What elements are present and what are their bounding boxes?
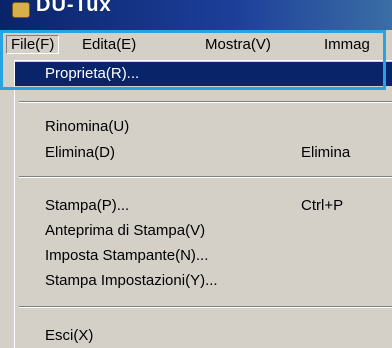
menu-item-properties[interactable]: Proprieta(R)...: [15, 62, 392, 86]
menu-item-label: Anteprima di Stampa(V): [45, 222, 206, 239]
menu-item-rename[interactable]: Rinomina(U): [15, 115, 392, 139]
menu-item-label: Stampa(P)...: [45, 197, 130, 214]
menu-item-shortcut: Ctrl+P: [301, 197, 344, 214]
menu-item-label: Esci(X): [45, 327, 94, 344]
menu-item-label: Rinomina(U): [45, 118, 130, 135]
menu-separator: [19, 176, 392, 178]
title-bar[interactable]: DU-Tux: [0, 0, 392, 30]
window-title: DU-Tux: [36, 0, 112, 16]
menu-item-print-preview[interactable]: Anteprima di Stampa(V): [15, 219, 392, 243]
menu-item-shortcut: Elimina: [301, 144, 351, 161]
menu-item-exit[interactable]: Esci(X): [15, 324, 392, 348]
menu-view[interactable]: Mostra(V): [205, 36, 271, 53]
menu-edit[interactable]: Edita(E): [82, 36, 136, 53]
menu-image[interactable]: Immag: [324, 36, 370, 53]
app-icon: [12, 2, 30, 18]
file-menu-dropdown: Proprieta(R)... Rinomina(U) Elimina(D) E…: [14, 60, 392, 348]
menu-item-print-settings[interactable]: Stampa Impostazioni(Y)...: [15, 269, 392, 293]
menu-item-printer-setup[interactable]: Imposta Stampante(N)...: [15, 244, 392, 268]
menu-separator: [19, 306, 392, 308]
menu-item-label: Stampa Impostazioni(Y)...: [45, 272, 218, 289]
menu-file[interactable]: File(F): [6, 35, 60, 54]
menu-item-label: Imposta Stampante(N)...: [45, 247, 209, 264]
menu-item-label: Proprieta(R)...: [45, 65, 140, 82]
menu-separator: [19, 101, 392, 103]
menu-item-label: Elimina(D): [45, 144, 116, 161]
menu-item-print[interactable]: Stampa(P)... Ctrl+P: [15, 194, 392, 218]
menu-item-delete[interactable]: Elimina(D) Elimina: [15, 141, 392, 165]
menu-bar: File(F) Edita(E) Mostra(V) Immag: [0, 30, 392, 60]
